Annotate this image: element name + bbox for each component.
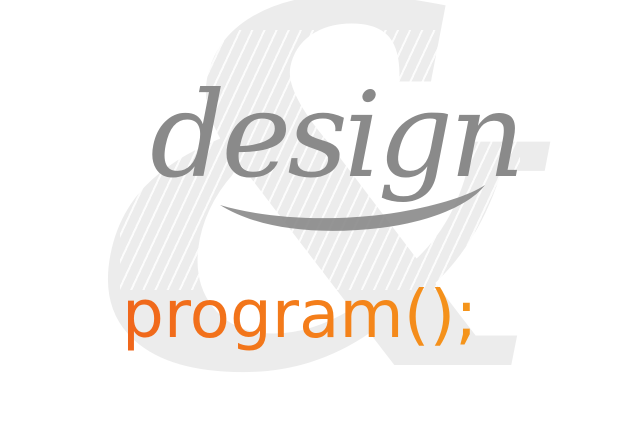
logo-canvas: & design program();: [0, 0, 640, 434]
design-script-text: design: [150, 66, 525, 204]
program-code-text: program();: [122, 270, 542, 360]
